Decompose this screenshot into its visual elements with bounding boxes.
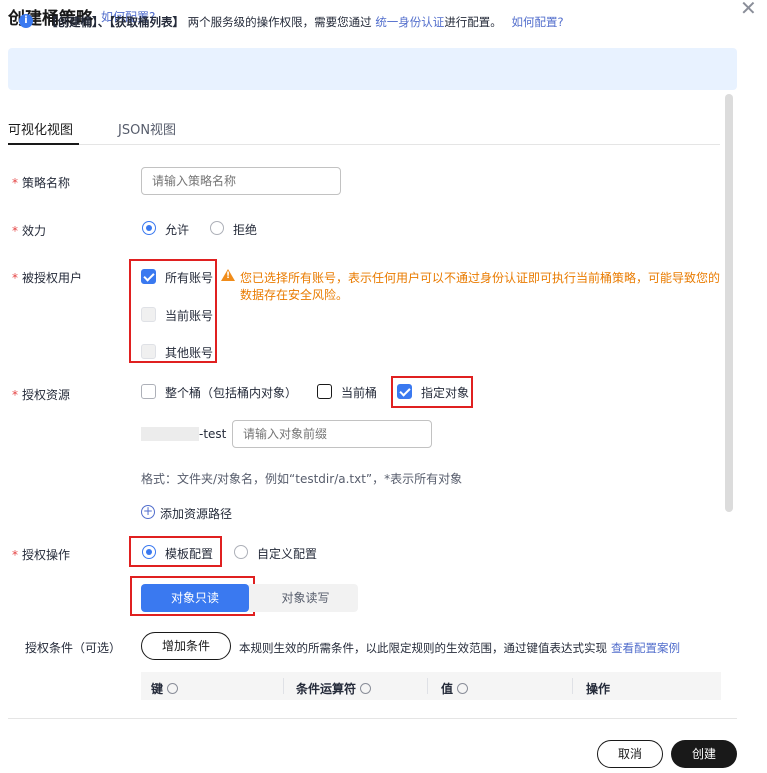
object-prefix-input[interactable] [232, 420, 432, 448]
resource-object-label[interactable]: 指定对象 [421, 384, 469, 401]
action-template-label[interactable]: 模板配置 [165, 545, 213, 562]
close-icon[interactable]: ✕ [740, 0, 757, 20]
policy-name-input[interactable] [141, 167, 341, 195]
principal-other-label[interactable]: 其他账号 [165, 344, 213, 361]
column-value[interactable]: 值 [441, 680, 469, 697]
add-resource-path-link[interactable]: 添加资源路径 [160, 505, 232, 522]
condition-label: 授权条件（可选） [25, 641, 122, 655]
column-key[interactable]: 键 [151, 680, 179, 697]
condition-description: 本规则生效的所需条件，以此限定规则的生效范围，通过键值表达式实现 查看配置案例 [239, 641, 680, 655]
effect-deny-radio[interactable] [210, 221, 224, 235]
action-custom-label[interactable]: 自定义配置 [257, 545, 317, 562]
column-divider [572, 678, 573, 694]
footer-divider [8, 718, 737, 719]
info-howto-link[interactable]: 如何配置? [511, 15, 563, 29]
config-example-link[interactable]: 查看配置案例 [611, 641, 680, 655]
resource-whole-bucket-label[interactable]: 整个桶（包括桶内对象） [165, 384, 297, 401]
resource-format-hint: 格式：文件夹/对象名，例如“testdir/a.txt”，*表示所有对象 [141, 472, 463, 486]
effect-deny-label[interactable]: 拒绝 [233, 221, 257, 238]
sort-icon[interactable] [360, 683, 372, 694]
policy-name-label: * 策略名称 [12, 176, 71, 190]
add-condition-button[interactable]: 增加条件 [141, 632, 231, 660]
add-icon[interactable]: + [141, 505, 155, 519]
principal-all-checkbox[interactable] [141, 269, 156, 284]
principal-warning: 您已选择所有账号，表示任何用户可以不通过身份认证即可执行当前桶策略，可能导致您的… [240, 271, 721, 302]
principal-other-checkbox[interactable] [141, 344, 156, 359]
bucket-name-suffix: -test [199, 427, 227, 441]
column-divider [283, 678, 284, 694]
tabs-divider [8, 144, 720, 145]
create-button[interactable]: 创建 [671, 740, 737, 768]
action-template-radio[interactable] [142, 545, 156, 559]
resource-current-bucket-checkbox[interactable] [317, 384, 332, 399]
info-permissions: 【创建桶】、【获取桶列表】 [46, 15, 184, 29]
resource-label: * 授权资源 [12, 388, 71, 402]
active-tab-indicator [8, 143, 79, 145]
tab-visual[interactable]: 可视化视图 [8, 119, 73, 138]
info-part2: 两个服务级的操作权限，需要您通过 [187, 15, 372, 29]
resource-current-bucket-label[interactable]: 当前桶 [341, 384, 377, 401]
resource-whole-bucket-checkbox[interactable] [141, 384, 156, 399]
principal-current-checkbox[interactable] [141, 307, 156, 322]
resource-object-checkbox[interactable] [397, 384, 412, 399]
column-operator[interactable]: 条件运算符 [296, 680, 372, 697]
column-actions: 操作 [586, 682, 611, 696]
principal-current-label[interactable]: 当前账号 [165, 307, 213, 324]
info-banner [8, 48, 737, 90]
cancel-button[interactable]: 取消 [597, 740, 663, 768]
column-divider [427, 678, 428, 694]
condition-table-header [141, 672, 721, 700]
sort-icon[interactable] [457, 683, 469, 694]
warning-icon-mark: ! [226, 271, 231, 281]
effect-label: * 效力 [12, 224, 47, 238]
action-label: * 授权操作 [12, 548, 71, 562]
info-text: 【创建桶】、【获取桶列表】 两个服务级的操作权限，需要您通过 统一身份认证进行配… [46, 14, 564, 30]
info-icon: i [19, 14, 33, 28]
template-readwrite-button[interactable]: 对象读写 [247, 584, 358, 612]
sort-icon[interactable] [167, 683, 179, 694]
principal-all-label[interactable]: 所有账号 [165, 269, 213, 286]
action-custom-radio[interactable] [234, 545, 248, 559]
iam-link[interactable]: 统一身份认证 [375, 15, 444, 29]
effect-allow-radio[interactable] [142, 221, 156, 235]
tab-json[interactable]: JSON视图 [118, 119, 176, 138]
info-part3: 进行配置。 [444, 15, 502, 29]
scrollbar[interactable] [725, 94, 733, 512]
effect-allow-label[interactable]: 允许 [165, 221, 189, 238]
bucket-name-redacted [141, 427, 199, 441]
template-readonly-button[interactable]: 对象只读 [141, 584, 249, 612]
principal-label: * 被授权用户 [12, 271, 83, 285]
